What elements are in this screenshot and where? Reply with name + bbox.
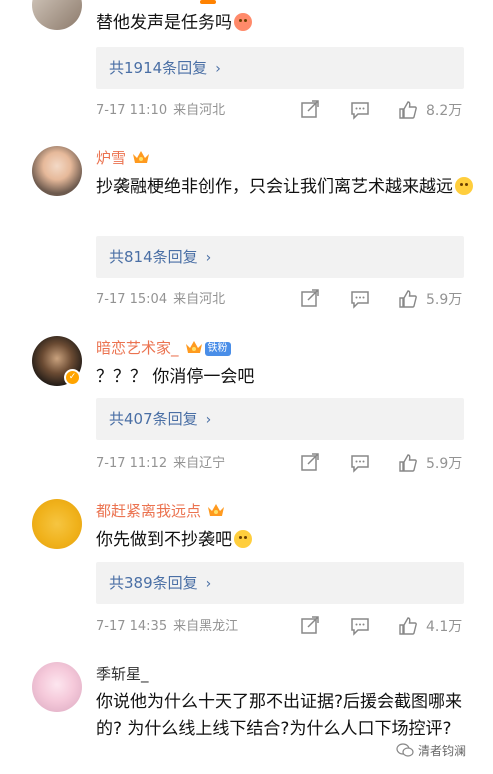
username[interactable]: 季斩星_: [96, 665, 149, 683]
like-icon[interactable]: [398, 453, 418, 473]
like-count: 4.1万: [426, 619, 463, 635]
comment-meta: 7-17 14:35 来自黑龙江: [96, 618, 238, 636]
view-replies-button[interactable]: 共407条回复 ›: [96, 398, 464, 440]
view-replies-button[interactable]: 共389条回复 ›: [96, 562, 464, 604]
comment-time: 7-17 14:35: [96, 619, 168, 634]
avatar[interactable]: [32, 146, 82, 196]
comment-icon[interactable]: [350, 289, 370, 309]
like-count: 5.9万: [426, 292, 463, 308]
share-icon[interactable]: [300, 616, 320, 636]
comment-icon[interactable]: [350, 616, 370, 636]
comment-location: 来自黑龙江: [173, 619, 239, 634]
share-icon[interactable]: [300, 100, 320, 120]
smile-emoji-icon: [234, 13, 252, 31]
chevron-right-icon: ›: [205, 576, 212, 592]
wechat-icon: [396, 743, 414, 757]
comment-meta: 7-17 15:04 来自河北: [96, 291, 225, 309]
chevron-right-icon: ›: [205, 250, 212, 266]
username[interactable]: 都赶紧离我远点: [96, 502, 225, 520]
verified-badge-icon: ✓: [64, 369, 81, 386]
vip-crown-icon: [132, 149, 150, 165]
comment-meta: 7-17 11:10 来自河北: [96, 102, 225, 120]
like-count: 5.9万: [426, 456, 463, 472]
chevron-right-icon: ›: [215, 61, 221, 77]
avatar[interactable]: [32, 499, 82, 549]
comment-location: 来自河北: [173, 292, 226, 307]
avatar[interactable]: [32, 662, 82, 712]
like-count: 8.2万: [426, 103, 463, 119]
comment-time: 7-17 11:10: [96, 103, 168, 118]
comment-text: 你说他为什么十天了那不出证据?后援会截图哪来的? 为什么线上线下结合?为什么人口…: [96, 692, 463, 739]
comment-icon[interactable]: [350, 453, 370, 473]
smile-emoji-icon: [234, 530, 252, 548]
vip-crown-icon: [207, 502, 225, 518]
username[interactable]: 炉雪: [96, 149, 150, 167]
fan-badge: 铁粉: [204, 342, 231, 356]
comment-text: 替他发声是任务吗: [96, 10, 476, 37]
comment-time: 7-17 11:12: [96, 456, 168, 471]
like-icon[interactable]: [398, 289, 418, 309]
watermark: 清者钧澜: [396, 742, 466, 759]
comment-meta: 7-17 11:12 来自辽宁: [96, 455, 225, 473]
view-replies-button[interactable]: 共1914条回复 ›: [96, 47, 464, 89]
comment-text: 抄袭融梗绝非创作，只会让我们离艺术越来越远: [96, 174, 476, 201]
avatar[interactable]: [32, 0, 82, 30]
comment-text: ？？？ 你消停一会吧: [96, 367, 255, 387]
username[interactable]: 暗恋艺术家_ 铁粉: [96, 339, 231, 357]
share-icon[interactable]: [300, 289, 320, 309]
chevron-right-icon: ›: [205, 412, 212, 428]
comment-icon[interactable]: [350, 100, 370, 120]
like-icon[interactable]: [398, 100, 418, 120]
comment-location: 来自辽宁: [173, 456, 226, 471]
comment-time: 7-17 15:04: [96, 292, 168, 307]
like-icon[interactable]: [398, 616, 418, 636]
active-tab-indicator: [200, 0, 216, 4]
comment-text: 你先做到不抄袭吧: [96, 527, 476, 554]
smile-emoji-icon: [455, 177, 473, 195]
comment-location: 来自河北: [173, 103, 226, 118]
share-icon[interactable]: [300, 453, 320, 473]
vip-crown-icon: [185, 339, 203, 355]
view-replies-button[interactable]: 共814条回复 ›: [96, 236, 464, 278]
